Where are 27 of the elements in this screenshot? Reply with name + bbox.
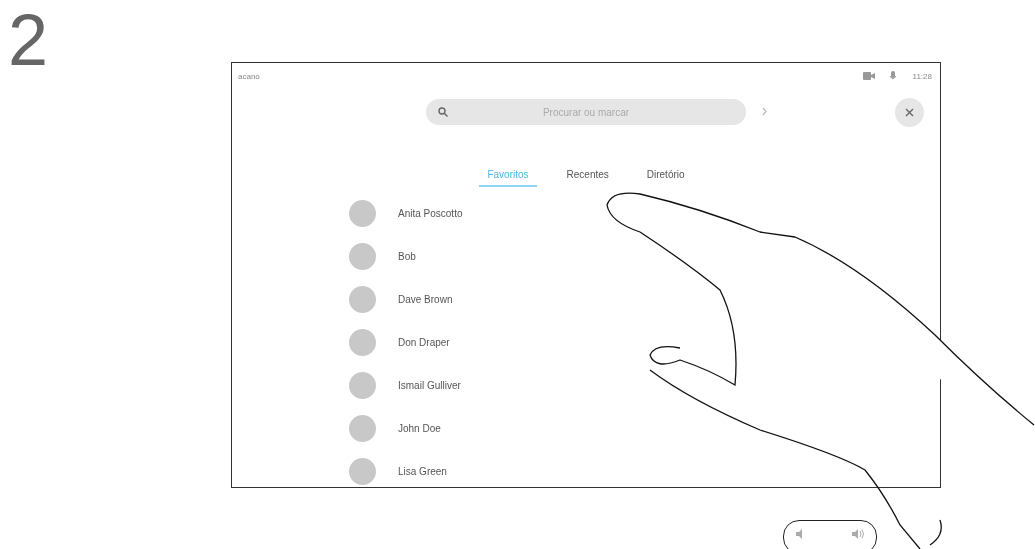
avatar-circle [349,415,376,442]
avatar-circle [349,243,376,270]
step-number: 2 [8,4,49,76]
avatar-circle [349,286,376,313]
clock-time: 11:28 [912,71,932,81]
avatar-circle [349,372,376,399]
system-name: acano [238,71,260,81]
contact-name[interactable]: Ismail Gulliver [398,380,461,391]
contact-name[interactable]: Don Draper [398,337,450,348]
search-icon [438,107,448,117]
contact-name[interactable]: Dave Brown [398,294,453,305]
avatar-circle [349,329,376,356]
close-icon [905,108,914,117]
camera-icon[interactable] [862,71,875,81]
contact-name[interactable]: Lisa Green [398,466,447,477]
chevron-icon[interactable] [762,107,767,116]
avatar-circle [349,200,376,227]
microphone-icon[interactable] [888,71,899,81]
contact-name[interactable]: Bob [398,251,416,262]
tab[interactable]: Recentes [558,165,617,187]
speaker-high-icon [852,529,864,539]
contact-name[interactable]: Anita Poscotto [398,208,463,219]
close-button[interactable] [895,98,924,127]
avatar-circle [349,458,376,485]
tab[interactable]: Diretório [638,165,693,187]
speaker-low-icon [796,529,804,539]
contact-name[interactable]: John Doe [398,423,441,434]
